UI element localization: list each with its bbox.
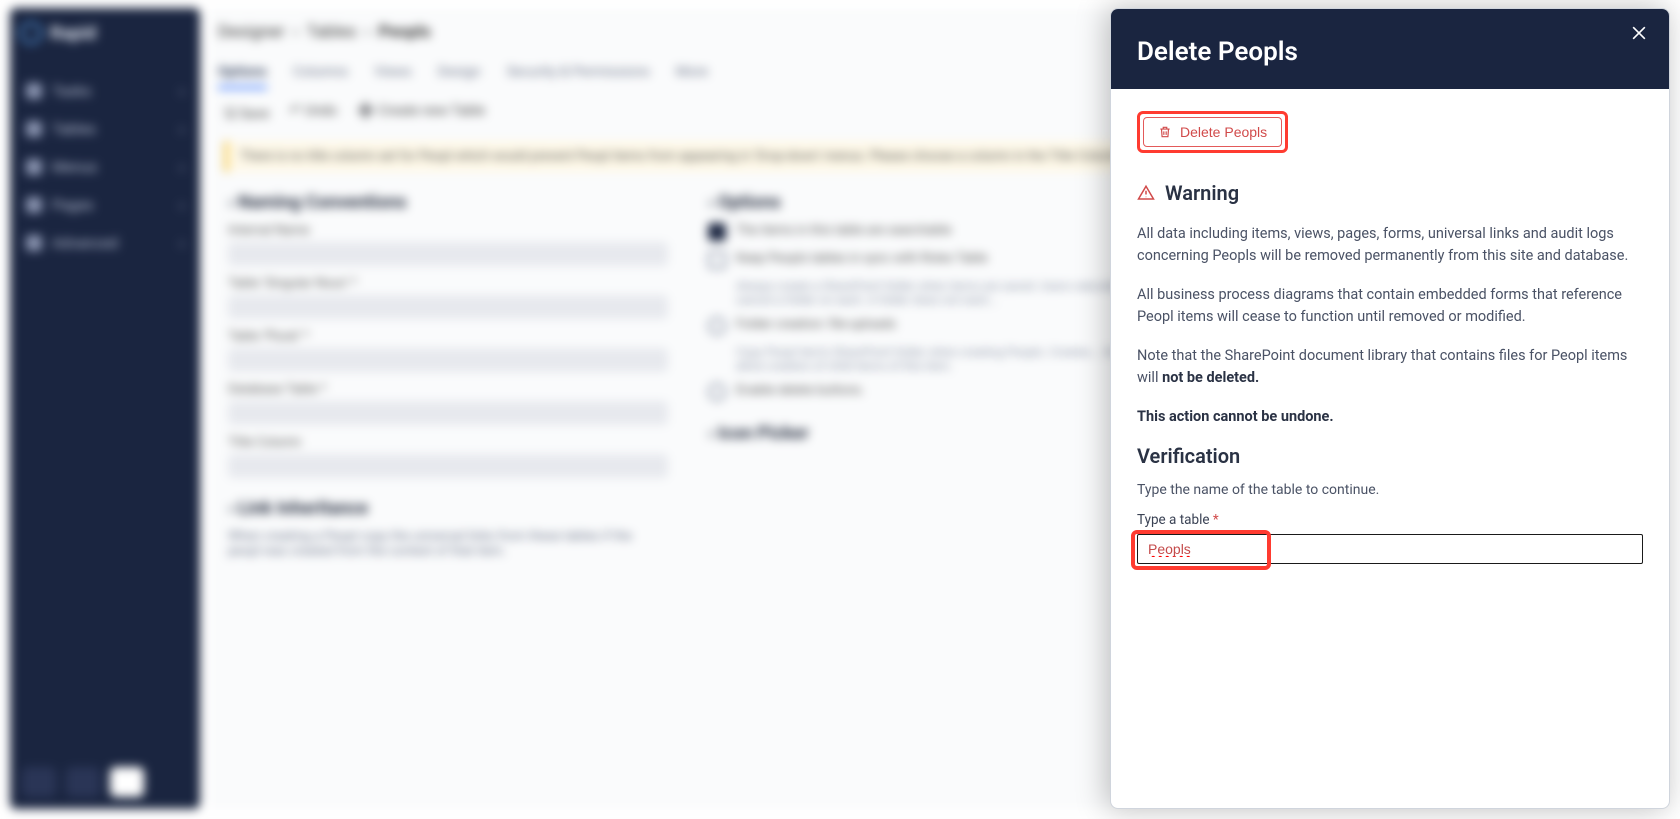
tables-icon <box>26 121 42 137</box>
tab-columns[interactable]: Columns <box>293 64 348 89</box>
plural-input[interactable] <box>228 348 668 372</box>
verification-input[interactable] <box>1137 534 1643 564</box>
chevron-right-icon: › <box>179 234 184 252</box>
radio-delete-btns[interactable] <box>708 383 726 401</box>
save-button[interactable]: 🖫 Save <box>224 103 269 127</box>
verification-sub: Type the name of the table to continue. <box>1137 482 1643 498</box>
create-table-button[interactable]: ➕ Create new Table <box>357 103 485 127</box>
checkbox-searchable[interactable] <box>708 223 726 241</box>
field-label: Table 'Singular Noun' * <box>228 276 668 291</box>
sidebar-item-tasks[interactable]: Tasks › <box>20 74 190 108</box>
option-label: The items in this table are searchable <box>736 223 951 238</box>
db-table-input[interactable] <box>228 401 668 425</box>
sidebar-item-label: Pages <box>52 196 94 214</box>
sidebar-item-tables[interactable]: Tables › <box>20 112 190 146</box>
checkbox-sync[interactable] <box>708 251 726 269</box>
sidebar: Rapid Tasks › Tables › Menus › Pages › Advan… <box>10 8 200 809</box>
sidebar-item-advanced[interactable]: Advanced › <box>20 226 190 260</box>
title-column-select[interactable] <box>228 454 668 478</box>
modal-body: Delete Peopls Warning All data including… <box>1111 89 1669 808</box>
footer-btn-1[interactable] <box>22 767 56 797</box>
warning-p3: Note that the SharePoint document librar… <box>1137 345 1643 390</box>
options-section: › Options The items in this table are se… <box>708 192 1148 478</box>
field-label: Internal Name <box>228 223 668 238</box>
sidebar-item-label: Advanced <box>52 234 118 252</box>
chevron-right-icon: › <box>179 82 184 100</box>
sidebar-item-label: Menus <box>52 158 97 176</box>
close-icon[interactable] <box>1627 23 1651 47</box>
menus-icon <box>26 159 42 175</box>
crumb-b[interactable]: Tables <box>306 22 356 42</box>
tab-design[interactable]: Design <box>438 64 481 89</box>
warning-p4: This action cannot be undone. <box>1137 406 1643 428</box>
option-label: Folder creation: file-uploads <box>736 317 896 332</box>
warning-heading: Warning <box>1165 181 1239 205</box>
trash-icon <box>1158 125 1172 139</box>
chevron-right-icon: › <box>179 120 184 138</box>
pages-icon <box>26 197 42 213</box>
tab-options[interactable]: Options <box>218 64 267 89</box>
delete-button-highlight: Delete Peopls <box>1137 111 1288 153</box>
tasks-icon <box>26 83 42 99</box>
chevron-right-icon: › <box>179 196 184 214</box>
inherit-header: › Link Inheritance <box>228 498 632 519</box>
chevron-right-icon: › <box>179 158 184 176</box>
brand-name: Rapid <box>50 23 96 44</box>
option-label: Enable delete buttons. <box>736 383 864 398</box>
warning-p2: All business process diagrams that conta… <box>1137 284 1643 329</box>
icon-picker-header: › Icon Picker <box>708 423 1148 444</box>
verification-field-label: Type a table * <box>1137 512 1643 528</box>
naming-header: › Naming Conventions <box>228 192 668 213</box>
option-sub: Copy Peopl item's SharePoint folder when… <box>736 345 1148 373</box>
crumb-c: Peopls <box>378 22 430 42</box>
sidebar-item-menus[interactable]: Menus › <box>20 150 190 184</box>
tab-security[interactable]: Security & Permissions <box>507 64 650 89</box>
field-label: Table 'Plural' * <box>228 329 668 344</box>
options-header: › Options <box>708 192 1148 213</box>
modal-header: Delete Peopls <box>1111 9 1669 89</box>
delete-modal: Delete Peopls Delete Peopls Warning All … <box>1110 8 1670 809</box>
option-sub: Always create a SharePoint folder when i… <box>736 279 1148 307</box>
sidebar-item-pages[interactable]: Pages › <box>20 188 190 222</box>
radio-folder-upload[interactable] <box>708 317 726 335</box>
crumb-a[interactable]: Designer <box>218 22 285 42</box>
footer-btn-3[interactable] <box>110 767 144 797</box>
footer-btn-2[interactable] <box>66 767 100 797</box>
verification-input-wrap <box>1137 534 1643 564</box>
delete-button-label: Delete Peopls <box>1180 125 1267 139</box>
tab-views[interactable]: Views <box>374 64 412 89</box>
verification-heading: Verification <box>1137 444 1643 468</box>
field-label: Database Table * <box>228 382 668 397</box>
delete-button[interactable]: Delete Peopls <box>1143 117 1282 147</box>
brand: Rapid <box>20 22 190 44</box>
singular-input[interactable] <box>228 295 668 319</box>
sidebar-item-label: Tasks <box>52 82 91 100</box>
brand-logo-icon <box>20 22 42 44</box>
modal-title: Delete Peopls <box>1137 37 1643 67</box>
undo-button[interactable]: ↶ Undo <box>289 103 337 127</box>
internal-name-input[interactable] <box>228 242 668 266</box>
advanced-icon <box>26 235 42 251</box>
warning-row: Warning <box>1137 181 1643 205</box>
sidebar-item-label: Tables <box>52 120 96 138</box>
field-label: Title Column <box>228 435 668 450</box>
warning-p1: All data including items, views, pages, … <box>1137 223 1643 268</box>
warning-icon <box>1137 184 1155 202</box>
sidebar-footer <box>22 767 188 797</box>
option-label: Keep Peopls tables in sync with Roles Ta… <box>736 251 988 266</box>
tab-more[interactable]: More <box>676 64 708 89</box>
inherit-body: When creating a Peopl copy the universal… <box>228 529 632 559</box>
inherit-section: › Link Inheritance When creating a Peopl… <box>210 498 650 559</box>
naming-section: › Naming Conventions Internal Name Table… <box>228 192 668 478</box>
